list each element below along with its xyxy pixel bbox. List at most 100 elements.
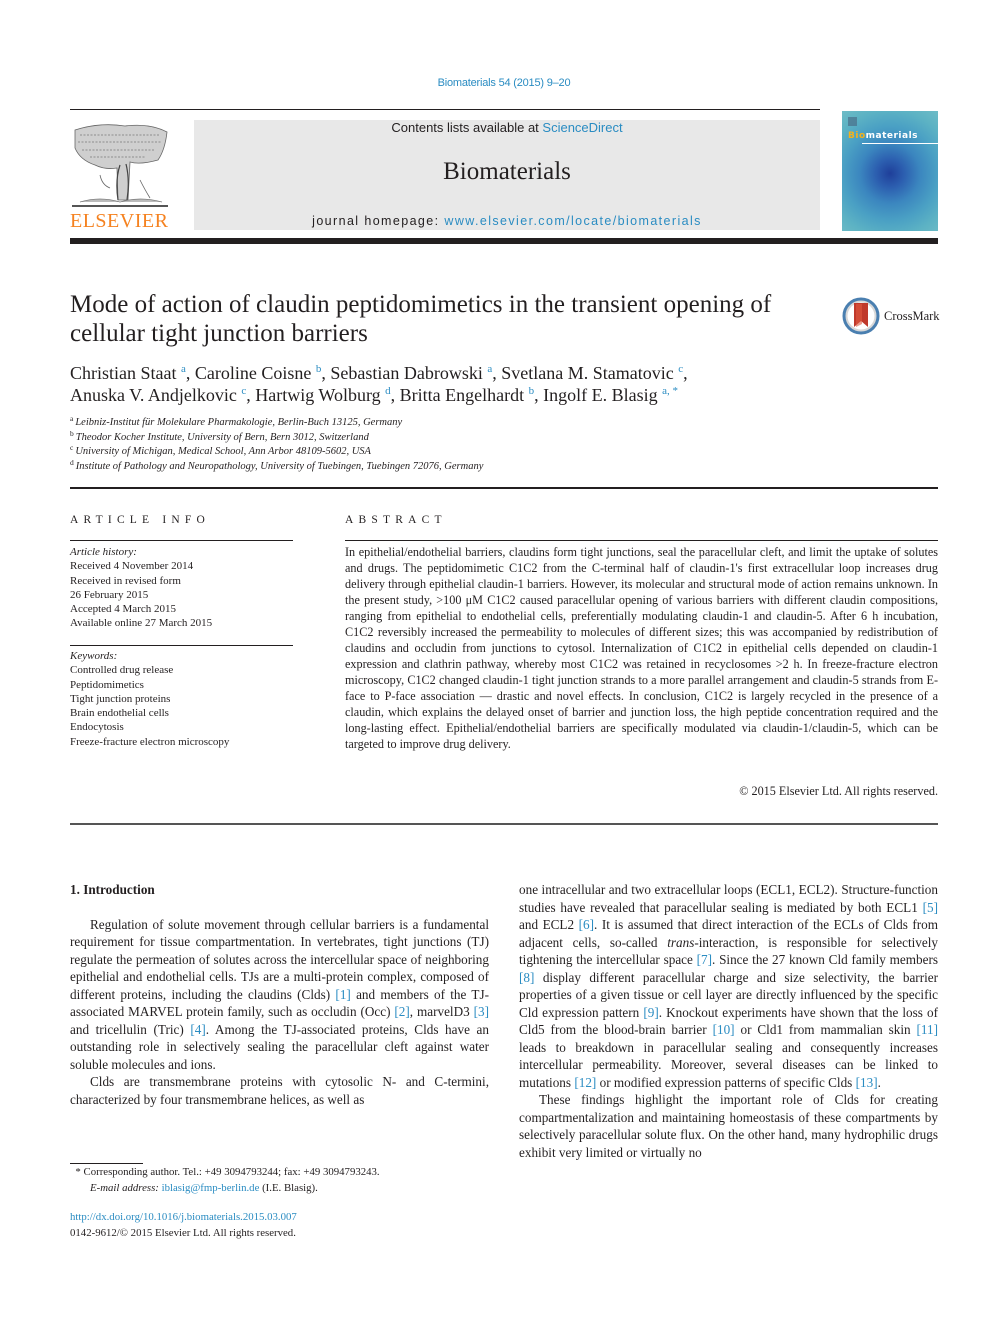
homepage-link[interactable]: www.elsevier.com/locate/biomaterials <box>444 214 701 228</box>
paragraph-text: or Cld1 from mammalian skin <box>734 1022 917 1037</box>
body-column-left: 1. Introduction Regulation of solute mov… <box>70 881 489 1108</box>
citation-link[interactable]: [5] <box>923 900 938 915</box>
author[interactable]: Sebastian Dabrowski a <box>330 363 492 383</box>
author-list: Christian Staat a, Caroline Coisne b, Se… <box>70 363 688 405</box>
affiliation-list: a Leibniz-Institut für Molekulare Pharmak… <box>70 414 930 474</box>
paragraph-text: or modified expression patterns of speci… <box>596 1074 856 1090</box>
crossmark-label: CrossMark <box>884 308 940 323</box>
journal-homepage-line: journal homepage: www.elsevier.com/locat… <box>194 214 820 228</box>
article-history-label: Article history: <box>70 546 137 558</box>
affiliation-item: b Theodor Kocher Institute, University of… <box>70 428 369 443</box>
body-paragraph: These findings highlight the important r… <box>519 1091 938 1161</box>
paragraph-text: These findings highlight the important r… <box>519 1092 938 1160</box>
body-column-right: one intracellular and two extracellular … <box>519 881 938 1161</box>
title-block-rule <box>70 487 938 489</box>
header-thick-rule <box>70 238 938 244</box>
section-heading: 1. Introduction <box>70 882 155 897</box>
history-item: 26 February 2015 <box>70 588 149 601</box>
journal-reference[interactable]: Biomaterials 54 (2015) 9–20 <box>0 77 992 89</box>
keywords-rule <box>70 645 293 646</box>
keywords-label: Keywords: <box>70 650 118 662</box>
journal-reference-link[interactable]: Biomaterials 54 (2015) 9–20 <box>438 77 571 89</box>
cover-publisher-logo <box>848 117 857 126</box>
keyword-item: Brain endothelial cells <box>70 707 169 720</box>
citation-link[interactable]: [7] <box>697 952 712 967</box>
front-matter-rule <box>70 823 938 825</box>
italic-text: trans <box>667 934 695 950</box>
keyword-item: Peptidomimetics <box>70 678 144 691</box>
body-paragraph: Regulation of solute movement through ce… <box>70 916 489 1074</box>
citation-link[interactable]: [4] <box>190 1022 205 1037</box>
journal-name: Biomaterials <box>443 158 571 185</box>
citation-link[interactable]: [8] <box>519 970 534 985</box>
author[interactable]: Britta Engelhardt b <box>400 385 534 405</box>
email-link[interactable]: iblasig@fmp-berlin.de <box>162 1182 260 1194</box>
doi-link[interactable]: http://dx.doi.org/10.1016/j.biomaterials… <box>70 1210 500 1226</box>
paragraph-text: and tricellulin (Tric) <box>70 1021 191 1037</box>
history-item: Accepted 4 March 2015 <box>70 603 176 616</box>
paragraph-text: . <box>877 1074 881 1090</box>
author[interactable]: Caroline Coisne b <box>195 363 321 383</box>
cover-divider <box>862 143 938 144</box>
citation-link[interactable]: [10] <box>713 1022 735 1037</box>
abstract-rule <box>345 540 938 541</box>
article-info-rule <box>70 540 293 541</box>
journal-banner: Contents lists available at ScienceDirec… <box>194 120 820 230</box>
crossmark-icon <box>842 297 880 335</box>
body-paragraph: Clds are transmembrane proteins with cyt… <box>70 1073 489 1108</box>
journal-cover-image[interactable]: Biomaterials <box>842 111 938 231</box>
citation-link[interactable]: [6] <box>579 917 594 932</box>
author[interactable]: Svetlana M. Stamatovic c <box>501 363 683 383</box>
affiliation-item: d Institute of Pathology and Neuropatholo… <box>70 457 484 472</box>
crossmark-button[interactable]: CrossMark <box>842 297 942 335</box>
citation-link[interactable]: [12] <box>574 1075 596 1090</box>
paragraph-text: and ECL2 <box>519 917 579 932</box>
keyword-item: Endocytosis <box>70 721 124 734</box>
email-label: E-mail address: <box>90 1181 159 1194</box>
homepage-prefix: journal homepage: <box>312 214 445 228</box>
citation-link[interactable]: [1] <box>335 987 350 1002</box>
abstract-copyright: © 2015 Elsevier Ltd. All rights reserved… <box>739 784 938 798</box>
affiliation-item: a Leibniz-Institut für Molekulare Pharmak… <box>70 414 403 428</box>
article-info-heading: ARTICLE INFO <box>70 514 210 526</box>
article-title: Mode of action of claudin peptidomimetic… <box>70 291 772 347</box>
affiliation-item: c University of Michigan, Medical School,… <box>70 443 371 457</box>
keyword-item: Tight junction proteins <box>70 692 171 705</box>
issn-copyright: 0142-9612/© 2015 Elsevier Ltd. All right… <box>70 1226 296 1239</box>
cover-title: Biomaterials <box>848 131 918 141</box>
doi-block: http://dx.doi.org/10.1016/j.biomaterials… <box>70 1210 500 1241</box>
history-item: Available online 27 March 2015 <box>70 617 213 630</box>
paragraph-text: , marvelD3 <box>409 1004 474 1019</box>
keywords: Keywords: Controlled drug release Peptid… <box>70 649 300 749</box>
corresponding-author-text: Corresponding author. Tel.: +49 30947932… <box>83 1166 380 1178</box>
elsevier-wordmark: ELSEVIER <box>70 210 169 232</box>
citation-link[interactable]: [13] <box>856 1075 878 1090</box>
author[interactable]: Christian Staat a <box>70 363 186 383</box>
abstract-heading: ABSTRACT <box>345 514 447 526</box>
header-top-rule <box>70 109 820 110</box>
affiliation-marker[interactable]: a, * <box>662 385 678 397</box>
elsevier-logo[interactable]: ELSEVIER <box>70 120 172 232</box>
footnote-rule <box>70 1163 143 1164</box>
body-paragraph: one intracellular and two extracellular … <box>519 881 938 1091</box>
paragraph-text: Clds are transmembrane proteins with cyt… <box>70 1074 489 1107</box>
author[interactable]: Ingolf E. Blasig a, * <box>543 385 678 405</box>
author[interactable]: Anuska V. Andjelkovic c <box>70 385 246 405</box>
citation-link[interactable]: [11] <box>917 1022 938 1037</box>
citation-link[interactable]: [2] <box>394 1004 409 1019</box>
paragraph-text: one intracellular and two extracellular … <box>519 882 938 915</box>
paragraph-text: . Since the 27 known Cld family members <box>712 952 938 967</box>
cover-title-rest: materials <box>865 131 919 141</box>
citation-link[interactable]: [3] <box>474 1004 489 1019</box>
citation-link[interactable]: [9] <box>643 1005 658 1020</box>
contents-line: Contents lists available at ScienceDirec… <box>194 120 820 135</box>
email-suffix: (I.E. Blasig). <box>259 1181 318 1194</box>
cover-title-accent: Bio <box>848 131 866 141</box>
history-item: Received in revised form <box>70 574 181 587</box>
footnote-marker: * <box>75 1166 81 1178</box>
author[interactable]: Hartwig Wolburg d <box>255 385 390 405</box>
keyword-item: Freeze-fracture electron microscopy <box>70 735 230 748</box>
keyword-item: Controlled drug release <box>70 664 174 677</box>
sciencedirect-link[interactable]: ScienceDirect <box>542 120 622 135</box>
abstract-text: In epithelial/endothelial barriers, clau… <box>345 545 938 751</box>
